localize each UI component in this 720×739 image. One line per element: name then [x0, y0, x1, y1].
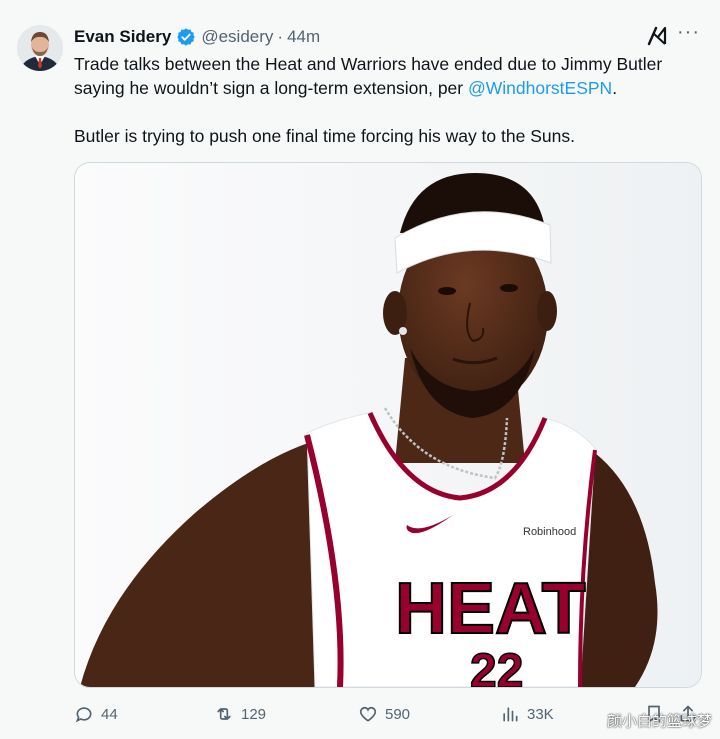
tweet-paragraph-2: Butler is trying to push one final time …: [74, 126, 575, 146]
repost-count: 129: [241, 705, 267, 723]
reply-icon: [75, 707, 92, 723]
tweet-media-image[interactable]: HEAT Robinhood 22: [74, 162, 702, 688]
tweet-text: Trade talks between the Heat and Warrior…: [74, 52, 704, 148]
jersey-number: 22: [470, 645, 523, 687]
repost-icon: [217, 708, 231, 720]
tweet-header: Evan Sidery @esidery · 44m: [74, 24, 700, 50]
grok-icon[interactable]: [646, 25, 668, 47]
tweet-paragraph-1: Trade talks between the Heat and Warrior…: [74, 52, 704, 100]
reply-button[interactable]: 44: [74, 700, 118, 728]
views-count: 33K: [527, 705, 554, 723]
repost-button[interactable]: 129: [214, 700, 266, 728]
reply-count: 44: [101, 705, 118, 723]
watermark: 颜小白的篮球梦: [606, 712, 712, 730]
sponsor-text: Robinhood: [523, 526, 576, 538]
timestamp[interactable]: 44m: [287, 27, 320, 47]
verified-badge-icon: [176, 27, 196, 47]
tweet-text-part-2: .: [612, 78, 618, 98]
like-button[interactable]: 590: [358, 700, 410, 728]
tweet-card[interactable]: Evan Sidery @esidery · 44m ··· Trade tal…: [0, 0, 720, 739]
heart-icon: [359, 706, 377, 722]
like-count: 590: [385, 705, 411, 723]
avatar[interactable]: [17, 25, 63, 71]
views-icon: [503, 707, 518, 722]
author-handle[interactable]: @esidery: [201, 27, 273, 47]
more-options-icon[interactable]: ···: [677, 22, 700, 42]
mention-link[interactable]: @WindhorstESPN: [468, 78, 612, 98]
author-name[interactable]: Evan Sidery: [74, 27, 171, 47]
separator-dot: ·: [277, 27, 284, 46]
jersey-text: HEAT: [395, 569, 586, 649]
views-button[interactable]: 33K: [500, 700, 554, 728]
